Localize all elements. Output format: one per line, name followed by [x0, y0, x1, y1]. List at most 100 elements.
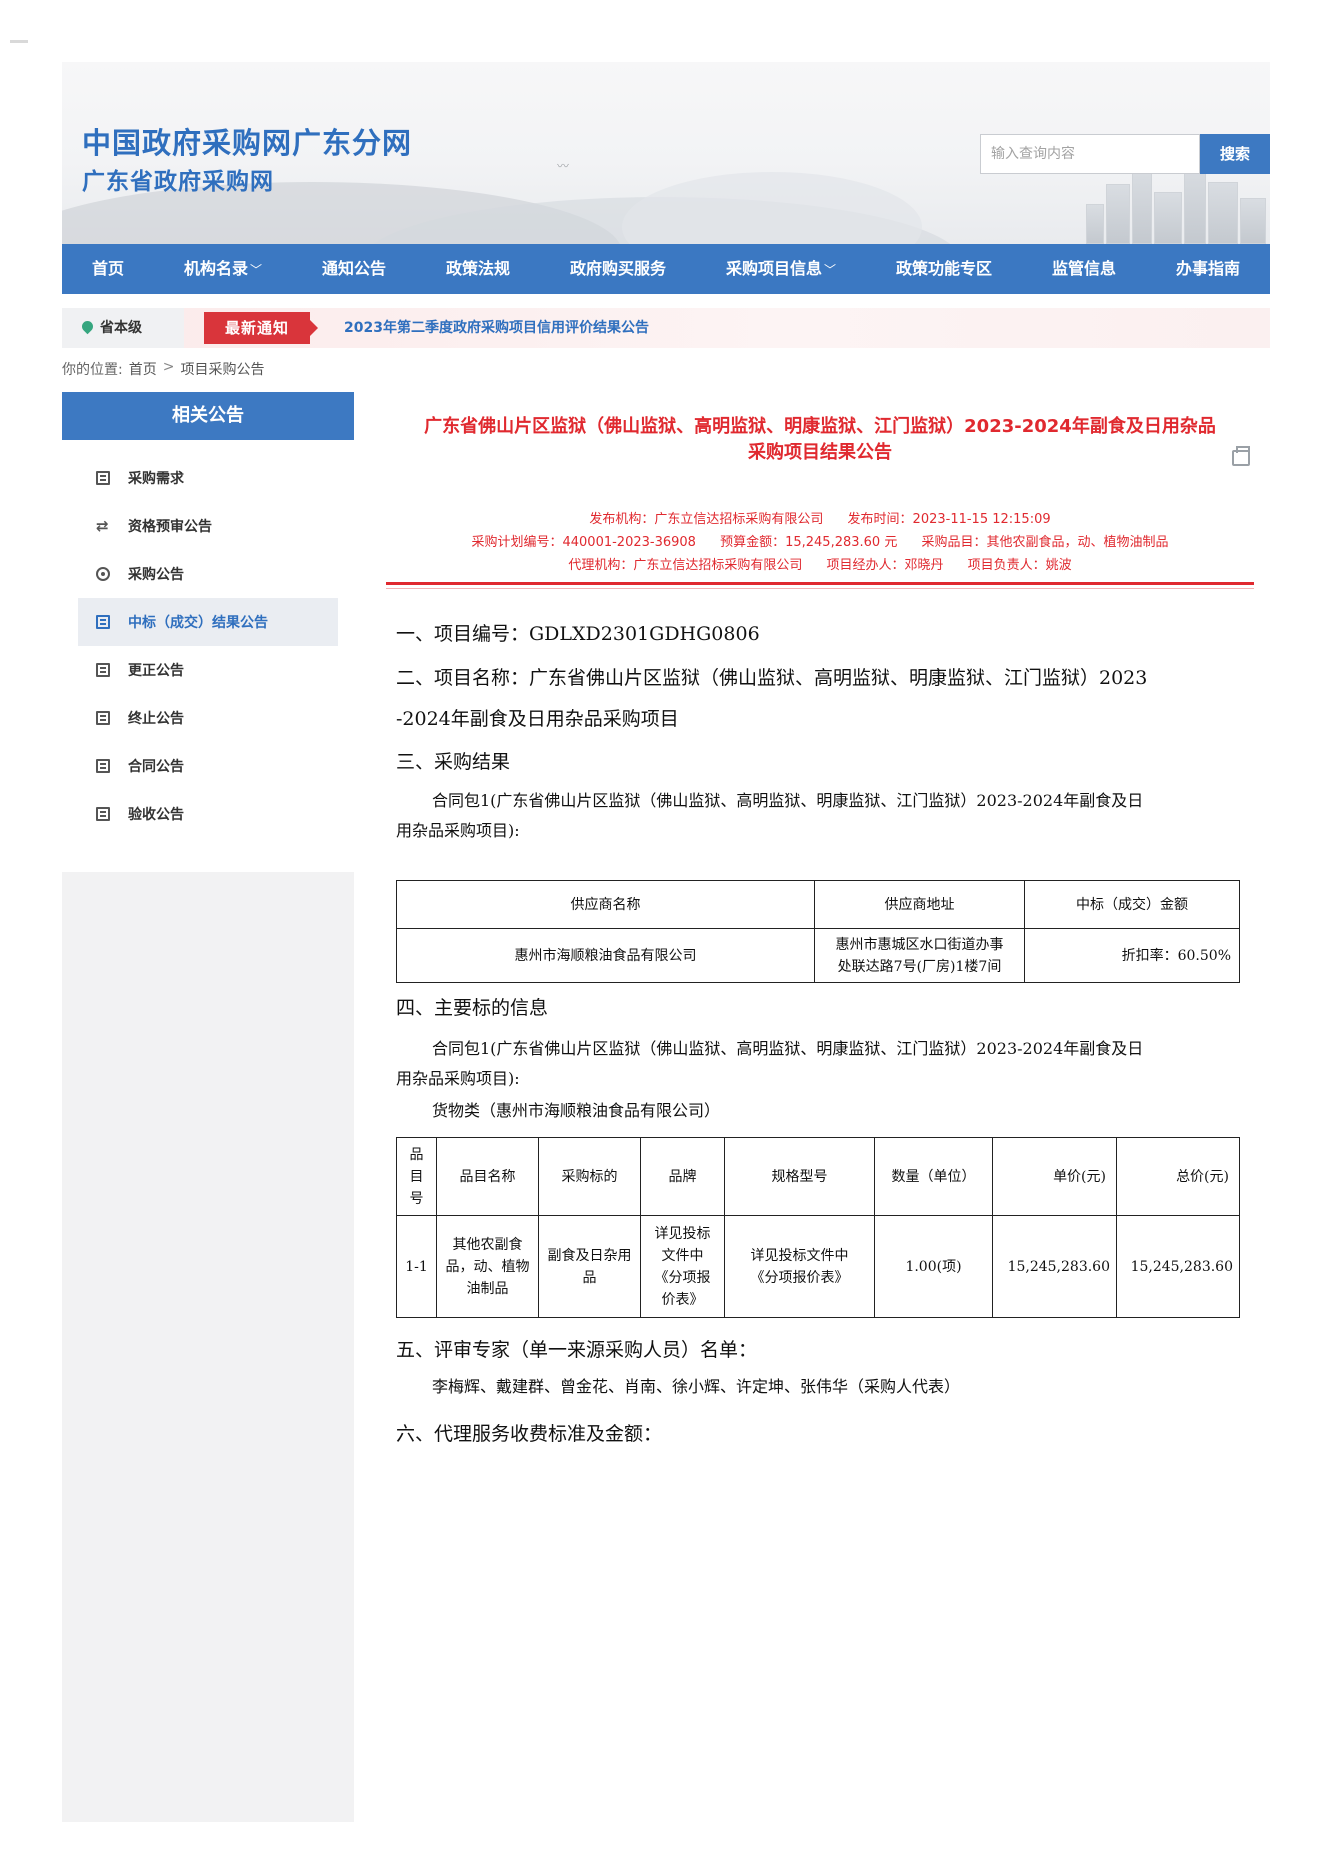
meta-value: 姚波	[1045, 558, 1072, 573]
sidebar-item-label: 资格预审公告	[128, 519, 212, 535]
section-items-text: 用杂品采购项目):	[396, 1069, 520, 1088]
table-header: 品牌	[640, 1137, 725, 1216]
meta-value: 其他农副食品，动、植物油制品	[986, 535, 1169, 550]
cycle-icon: ⇄	[96, 517, 109, 535]
latest-notice-link[interactable]: 2023年第二季度政府采购项目信用评价结果公告	[344, 308, 649, 348]
section-result-heading: 三、采购结果	[396, 751, 511, 773]
meta-value: 2023-11-15 12:15:09	[912, 512, 1051, 527]
search-input[interactable]	[980, 134, 1200, 174]
nav-item-notices[interactable]: 通知公告	[292, 244, 416, 294]
chevron-down-icon: ﹀	[250, 263, 263, 277]
nav-item-policies[interactable]: 政策法规	[416, 244, 540, 294]
nav-item-directory[interactable]: 机构名录 ﹀	[154, 244, 292, 294]
article-title-line: 广东省佛山片区监狱（佛山监狱、高明监狱、明康监狱、江门监狱）2023-2024年…	[424, 416, 1216, 437]
sidebar-item-label: 采购需求	[128, 471, 184, 487]
sidebar-title: 相关公告	[62, 392, 354, 440]
breadcrumb-separator: >	[162, 359, 175, 375]
printer-icon[interactable]	[1232, 446, 1250, 466]
meta-agency: 代理机构：广东立信达招标采购有限公司	[568, 558, 802, 573]
article-meta-row: 代理机构：广东立信达招标采购有限公司 项目经办人：邓晓丹 项目负责人：姚波	[386, 554, 1254, 573]
article-meta-row: 发布机构：广东立信达招标采购有限公司 发布时间：2023-11-15 12:15…	[386, 508, 1254, 527]
nav-item-guide[interactable]: 办事指南	[1146, 244, 1270, 294]
table-header: 中标（成交）金额	[1024, 880, 1240, 929]
sidebar-item-prequalification[interactable]: ⇄ 资格预审公告	[78, 502, 338, 550]
breadcrumb-current[interactable]: 项目采购公告	[180, 359, 264, 379]
meta-label: 采购品目：	[921, 535, 987, 550]
sidebar-item-label: 中标（成交）结果公告	[128, 615, 268, 631]
item-spec: 详见投标文件中《分项报价表》	[724, 1215, 875, 1318]
chevron-down-icon: ﹀	[824, 263, 837, 277]
breadcrumb: 你的位置: 首页 > 项目采购公告	[62, 359, 264, 379]
nav-item-label: 首页	[91, 259, 124, 278]
region-label: 省本级	[100, 320, 142, 336]
page: 〰 中国政府采购网广东分网 广东省政府采购网 搜索 首页 机构名录﹀ 通知公告 …	[62, 62, 1270, 1822]
nav-item-gov-services[interactable]: 政府购买服务	[540, 244, 696, 294]
item-unit-price: 15,245,283.60	[992, 1215, 1117, 1318]
table-header: 供应商名称	[396, 880, 815, 929]
sidebar-item-correction[interactable]: 更正公告	[78, 646, 338, 694]
document-icon	[96, 759, 110, 773]
item-name: 其他农副食品，动、植物油制品	[436, 1215, 539, 1318]
nav-item-supervision[interactable]: 监管信息	[1022, 244, 1146, 294]
meta-time: 发布时间：2023-11-15 12:15:09	[848, 512, 1051, 527]
nav-item-label: 办事指南	[1176, 259, 1241, 278]
region-selector[interactable]: 省本级	[62, 308, 184, 348]
meta-value: 邓晓丹	[904, 558, 944, 573]
supplier-name: 惠州市海顺粮油食品有限公司	[396, 928, 815, 983]
table-header: 单价(元)	[992, 1137, 1117, 1216]
nav-item-policy-zone[interactable]: 政策功能专区	[866, 244, 1022, 294]
nav-item-label: 监管信息	[1052, 259, 1117, 278]
section-result-text: 合同包1(广东省佛山片区监狱（佛山监狱、高明监狱、明康监狱、江门监狱）2023-…	[432, 791, 1144, 810]
item-number: 1-1	[396, 1215, 437, 1318]
nav-item-label: 采购项目信息	[726, 259, 823, 278]
site-subtitle[interactable]: 广东省政府采购网	[82, 162, 274, 196]
table-header: 品目号	[396, 1137, 437, 1216]
meta-label: 发布时间：	[847, 512, 913, 527]
section-project-name: 二、项目名称：广东省佛山片区监狱（佛山监狱、高明监狱、明康监狱、江门监狱）202…	[396, 667, 1148, 689]
article-title: 广东省佛山片区监狱（佛山监狱、高明监狱、明康监狱、江门监狱）2023-2024年…	[386, 414, 1254, 466]
table-header: 采购标的	[538, 1137, 641, 1216]
item-target: 副食及日杂用品	[538, 1215, 641, 1318]
breadcrumb-home[interactable]: 首页	[129, 359, 157, 379]
sidebar-item-contract[interactable]: 合同公告	[78, 742, 338, 790]
meta-manager: 项目经办人：邓晓丹	[826, 558, 943, 573]
nav-item-home[interactable]: 首页	[62, 244, 154, 294]
search-button[interactable]: 搜索	[1200, 134, 1270, 174]
sidebar-item-requirements[interactable]: 采购需求	[78, 454, 338, 502]
site-title[interactable]: 中国政府采购网广东分网	[82, 120, 412, 162]
corner-mark	[10, 40, 28, 43]
sidebar-item-termination[interactable]: 终止公告	[78, 694, 338, 742]
article: 广东省佛山片区监狱（佛山监狱、高明监狱、明康监狱、江门监狱）2023-2024年…	[370, 392, 1270, 1822]
table-header: 品目名称	[436, 1137, 539, 1216]
table-row: 惠州市海顺粮油食品有限公司 惠州市惠城区水口街道办事 处联达路7号(厂房)1楼7…	[396, 928, 1240, 983]
meta-plan: 采购计划编号：440001-2023-36908	[471, 535, 695, 550]
article-title-line: 采购项目结果公告	[748, 442, 892, 463]
section-items-text: 合同包1(广东省佛山片区监狱（佛山监狱、高明监狱、明康监狱、江门监狱）2023-…	[432, 1039, 1144, 1058]
nav-item-procurement-info[interactable]: 采购项目信息 ﹀	[696, 244, 866, 294]
bird-decoration-icon: 〰	[557, 159, 570, 173]
meta-publisher: 发布机构：广东立信达招标采购有限公司	[589, 512, 823, 527]
sidebar-item-acceptance[interactable]: 验收公告	[78, 790, 338, 838]
nav-item-label: 政策法规	[446, 259, 511, 278]
sidebar-item-label: 合同公告	[128, 759, 184, 775]
section-result-text: 用杂品采购项目):	[396, 821, 520, 840]
sidebar-item-label: 更正公告	[128, 663, 184, 679]
meta-value: 广东立信达招标采购有限公司	[654, 512, 824, 527]
supplier-table: 供应商名称 供应商地址 中标（成交）金额 惠州市海顺粮油食品有限公司 惠州市惠城…	[396, 880, 1240, 983]
meta-label: 发布机构：	[589, 512, 655, 527]
meta-value: 广东立信达招标采购有限公司	[633, 558, 803, 573]
document-icon	[96, 615, 110, 629]
document-icon	[96, 807, 110, 821]
supplier-address-line: 惠州市惠城区水口街道办事	[835, 936, 1004, 953]
sidebar-item-label: 终止公告	[128, 711, 184, 727]
sidebar-item-award-result[interactable]: 中标（成交）结果公告	[78, 598, 338, 646]
nav-item-label: 政府购买服务	[570, 259, 667, 278]
supplier-address: 惠州市惠城区水口街道办事 处联达路7号(厂房)1楼7间	[814, 928, 1025, 983]
meta-category: 采购品目：其他农副食品，动、植物油制品	[921, 535, 1168, 550]
notice-bar: 省本级 最新通知 2023年第二季度政府采购项目信用评价结果公告	[62, 308, 1270, 348]
table-header: 规格型号	[724, 1137, 875, 1216]
sidebar-item-procurement-notice[interactable]: 采购公告	[78, 550, 338, 598]
section-project-number: 一、项目编号：GDLXD2301GDHG0806	[396, 623, 760, 645]
section-experts-heading: 五、评审专家（单一来源采购人员）名单：	[396, 1339, 758, 1361]
location-pin-icon	[79, 318, 96, 335]
